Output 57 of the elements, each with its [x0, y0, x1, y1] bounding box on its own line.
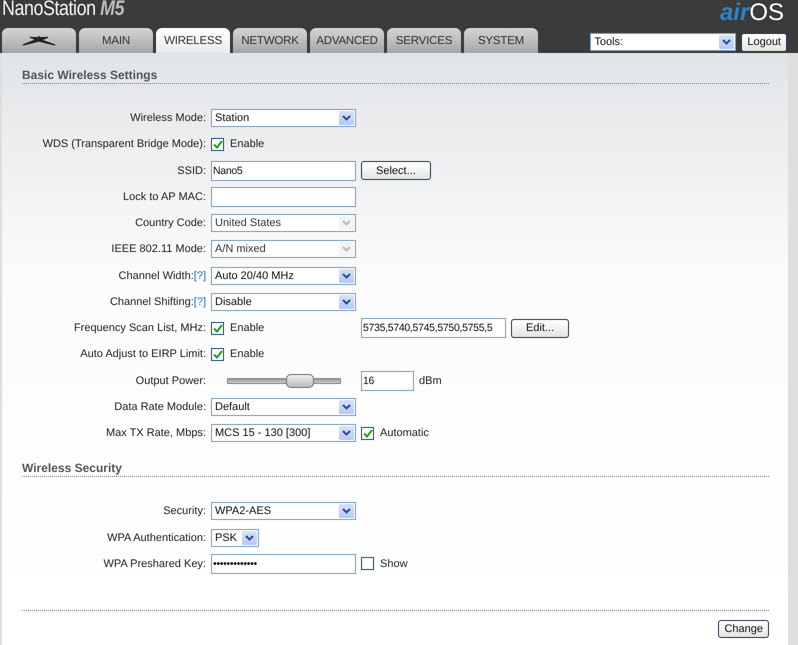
input-field[interactable]: •••••••••••••	[211, 554, 356, 574]
checkbox-label: Show	[380, 558, 408, 570]
field-label: WPA Authentication:	[106, 532, 207, 544]
dropdown[interactable]: Disable	[211, 292, 356, 311]
slider-thumb[interactable]	[286, 374, 314, 388]
field-label: Security:	[162, 505, 207, 518]
field-label: WPA Preshared Key:	[102, 558, 207, 570]
field-label: Frequency Scan List, MHz:	[72, 322, 207, 334]
tools-dropdown[interactable]: Tools:	[590, 33, 736, 51]
checkbox[interactable]	[211, 348, 224, 361]
field-label: Max TX Rate, Mbps:	[104, 427, 207, 440]
nav-tab[interactable]	[2, 28, 76, 53]
field-label: Lock to AP MAC:	[122, 190, 207, 203]
product-title: NanoStation M5	[2, 0, 124, 19]
dropdown[interactable]: PSK	[211, 528, 259, 547]
dropdown[interactable]: MCS 15 - 130 [300]	[211, 424, 356, 442]
checkbox[interactable]	[361, 426, 374, 440]
change-button[interactable]: Change	[718, 620, 769, 638]
dropdown[interactable]: Auto 20/40 MHz	[211, 266, 356, 285]
checkbox[interactable]	[211, 322, 224, 335]
field-label: Channel Width:[?]	[118, 270, 207, 282]
nav-tab[interactable]: WIRELESS	[156, 28, 230, 53]
checkbox-label: Enable	[230, 322, 264, 334]
field-label: Wireless Mode:	[129, 112, 207, 124]
nav-tab[interactable]: SYSTEM	[464, 28, 538, 53]
checkbox[interactable]	[211, 138, 224, 151]
input-field[interactable]	[211, 186, 356, 207]
field-label: IEEE 802.11 Mode:	[110, 243, 207, 256]
antenna-logo-icon	[22, 36, 56, 46]
dropdown[interactable]: Default	[211, 398, 356, 416]
field-label: Data Rate Module:	[113, 400, 207, 413]
action-button[interactable]: Select...	[361, 161, 431, 180]
dropdown[interactable]: Station	[211, 109, 356, 128]
dropdown[interactable]: WPA2-AES	[211, 502, 356, 520]
section-title: Wireless Security	[22, 460, 123, 476]
brand-logo: airOS	[720, 0, 784, 26]
input-field[interactable]: Nano5	[211, 160, 356, 181]
field-label: Output Power:	[134, 374, 207, 387]
nav-tab[interactable]: NETWORK	[233, 28, 307, 53]
unit-label: dBm	[419, 374, 442, 387]
input-field[interactable]: 5735,5740,5745,5750,5755,5	[361, 318, 506, 338]
checkbox[interactable]	[361, 557, 374, 570]
field-label: SSID:	[176, 164, 207, 177]
section-title: Basic Wireless Settings	[22, 67, 158, 82]
nav-tab[interactable]: MAIN	[79, 28, 153, 53]
nav-tab[interactable]: SERVICES	[387, 28, 461, 53]
field-label: Country Code:	[134, 217, 207, 230]
action-button[interactable]: Edit...	[511, 318, 570, 338]
checkbox-label: Enable	[230, 138, 264, 150]
field-label: WDS (Transparent Bridge Mode):	[42, 138, 207, 150]
field-label: Auto Adjust to EIRP Limit:	[79, 348, 207, 360]
field-label: Channel Shifting:[?]	[108, 296, 207, 308]
nav-tab[interactable]: ADVANCED	[310, 28, 384, 53]
input-field[interactable]: 16	[361, 370, 414, 391]
checkbox-label: Enable	[230, 348, 264, 360]
logout-button[interactable]: Logout	[741, 32, 787, 52]
checkbox-label: Automatic	[380, 427, 429, 440]
